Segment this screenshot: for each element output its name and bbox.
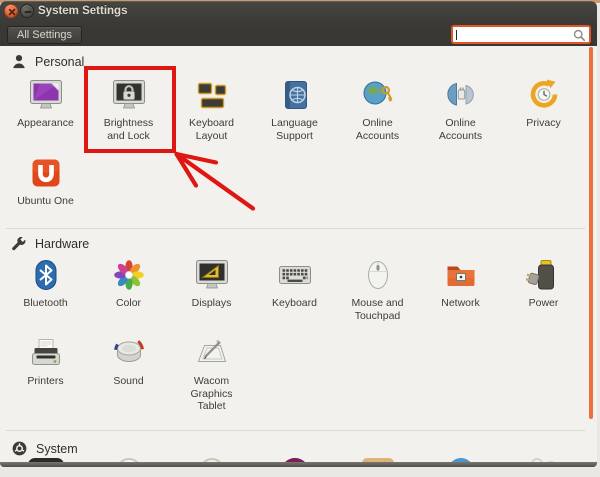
- tile-appearance[interactable]: Appearance: [4, 77, 87, 142]
- screenshot-canvas: System Settings All Settings Personal Ap…: [0, 0, 600, 477]
- tile-label: Mouse and Touchpad: [351, 297, 404, 322]
- tile-label: Sound: [113, 375, 144, 387]
- window-title: System Settings: [38, 5, 128, 17]
- all-settings-button[interactable]: All Settings: [7, 26, 83, 44]
- tile-online-accounts[interactable]: Online Accounts: [336, 77, 419, 142]
- keyboard-icon: [278, 266, 311, 284]
- search-input[interactable]: [457, 27, 569, 42]
- search-icon: [573, 29, 586, 41]
- tile-bluetooth[interactable]: Bluetooth: [4, 257, 87, 322]
- tile-privacy[interactable]: Privacy: [502, 77, 585, 142]
- section-separator: [6, 228, 585, 229]
- printer-icon: [31, 339, 60, 365]
- sound-icon: [113, 340, 144, 362]
- minimize-icon: [24, 11, 32, 13]
- close-button[interactable]: [4, 4, 18, 18]
- wrench-icon: [12, 236, 26, 251]
- ubuntu-one-icon: [32, 159, 59, 187]
- close-icon: [8, 8, 16, 16]
- window-bottom-border: [0, 462, 597, 467]
- tile-language-support[interactable]: Language Support: [253, 77, 336, 142]
- tile-online-accounts-2[interactable]: Online Accounts: [419, 77, 502, 142]
- tile-power[interactable]: Power: [502, 257, 585, 322]
- tile-sound[interactable]: Sound: [87, 335, 170, 413]
- wacom-icon: [197, 339, 226, 362]
- tile-ubuntu-one[interactable]: Ubuntu One: [4, 155, 87, 208]
- tile-keyboard-layout[interactable]: Keyboard Layout: [170, 77, 253, 142]
- keyboard-layout-icon: [197, 82, 226, 109]
- tile-wacom-tablet[interactable]: Wacom Graphics Tablet: [170, 335, 253, 413]
- tile-label: Displays: [191, 297, 232, 309]
- overlay-scrollbar-thumb[interactable]: [589, 47, 593, 419]
- online-accounts-icon: [363, 81, 392, 105]
- tile-label: Language Support: [271, 117, 318, 142]
- tile-label: Power: [528, 297, 559, 309]
- tile-label: Bluetooth: [23, 297, 68, 309]
- tile-label: Network: [441, 297, 480, 309]
- window-topbar: System Settings All Settings: [0, 1, 597, 46]
- tile-label: Printers: [27, 375, 64, 387]
- tile-label: Ubuntu One: [17, 195, 74, 207]
- hardware-row-2: Printers Sound Wacom Graphics Tablet: [4, 335, 253, 413]
- annotation-highlight-box: [84, 66, 176, 153]
- tile-label: Color: [115, 297, 142, 309]
- online-accounts-alt-icon: [446, 82, 474, 106]
- section-header-hardware: Hardware: [11, 236, 89, 252]
- tile-label: Keyboard Layout: [189, 117, 234, 142]
- tile-mouse-touchpad[interactable]: Mouse and Touchpad: [336, 257, 419, 322]
- mouse-icon: [367, 261, 388, 289]
- tile-label: Appearance: [17, 117, 74, 129]
- tile-label: Privacy: [526, 117, 561, 129]
- appearance-icon: [29, 80, 62, 109]
- section-separator: [6, 430, 585, 431]
- system-gear-icon: [12, 441, 27, 456]
- tile-label: Online Accounts: [438, 117, 483, 142]
- section-header-system: System: [11, 440, 78, 457]
- language-support-icon: [284, 81, 307, 109]
- section-header-personal: Personal: [11, 53, 84, 70]
- search-field[interactable]: [451, 25, 591, 44]
- privacy-icon: [530, 79, 557, 108]
- tile-label: Online Accounts: [355, 117, 400, 142]
- tile-network[interactable]: Network: [419, 257, 502, 322]
- tile-label: Keyboard: [272, 297, 317, 309]
- personal-row-2: Ubuntu One: [4, 155, 87, 208]
- titlebar[interactable]: System Settings: [0, 1, 597, 23]
- bluetooth-icon: [35, 260, 56, 290]
- network-icon: [447, 266, 474, 286]
- minimize-button[interactable]: [20, 4, 34, 18]
- tile-color[interactable]: Color: [87, 257, 170, 322]
- power-icon: [525, 260, 554, 290]
- tile-printers[interactable]: Printers: [4, 335, 87, 413]
- tile-label: Wacom Graphics Tablet: [190, 375, 233, 412]
- hardware-row-1: Bluetooth Color Displays Keyboard Mouse …: [4, 257, 585, 322]
- displays-icon: [195, 260, 228, 289]
- color-icon: [113, 260, 144, 290]
- tile-keyboard[interactable]: Keyboard: [253, 257, 336, 322]
- tile-displays[interactable]: Displays: [170, 257, 253, 322]
- person-icon: [13, 55, 25, 69]
